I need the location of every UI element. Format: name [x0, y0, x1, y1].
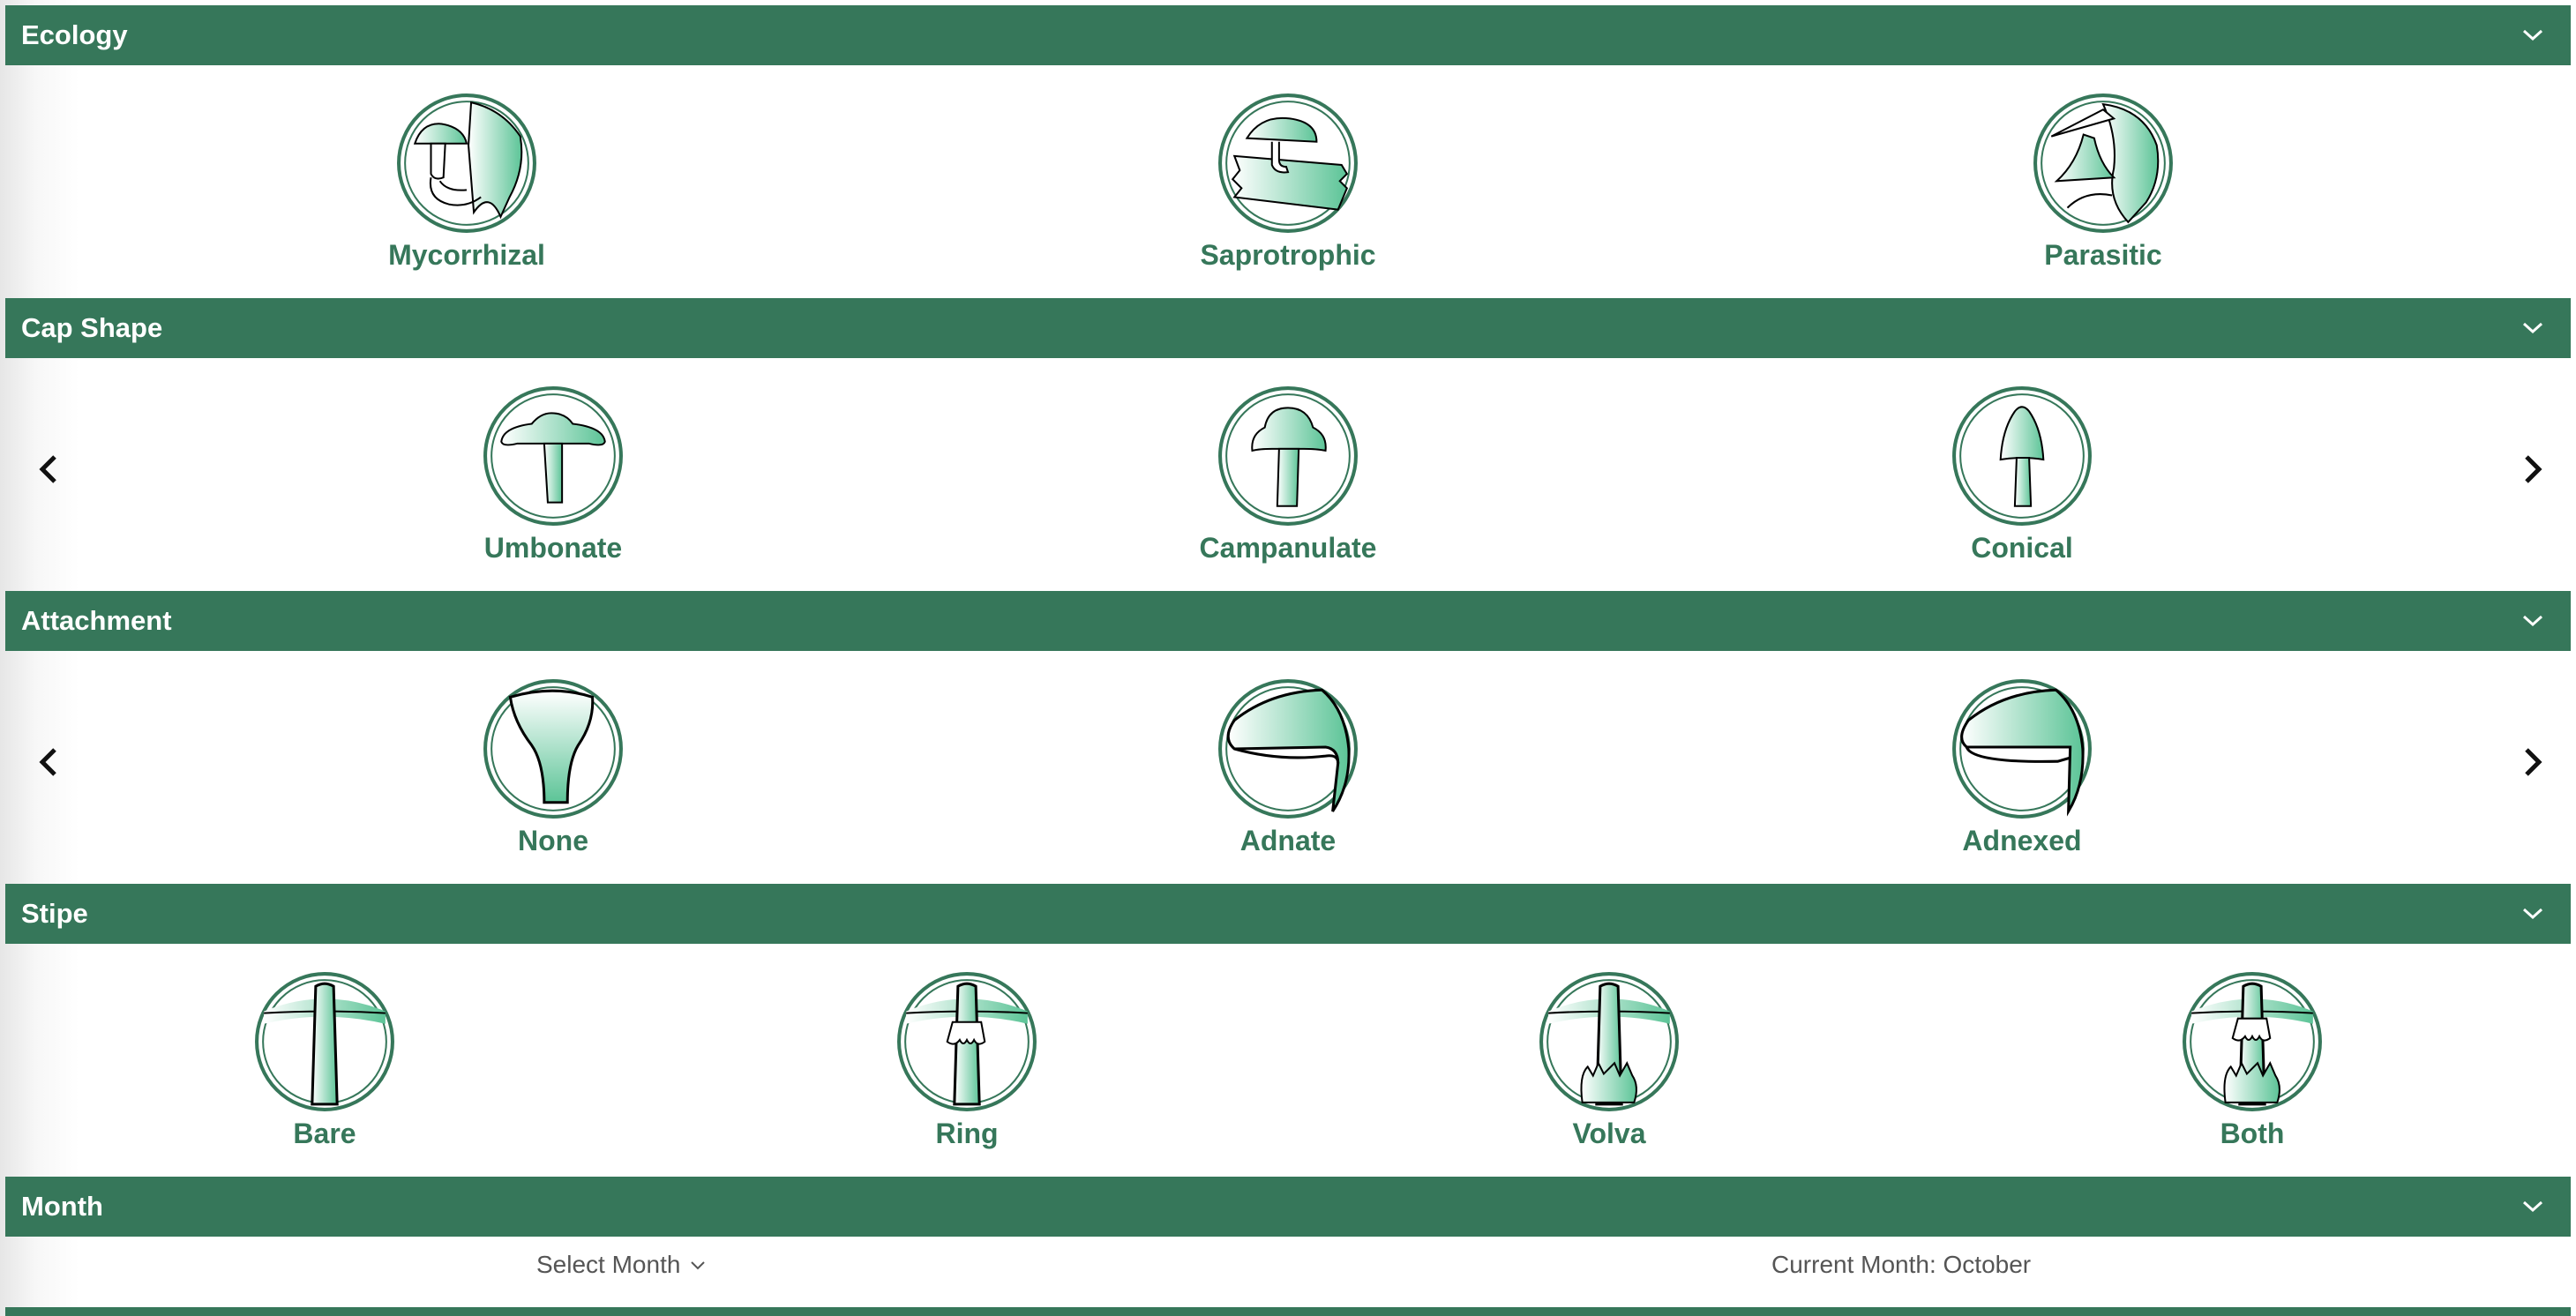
option-label: Conical: [1971, 532, 2073, 564]
section-header-month[interactable]: Month: [5, 1177, 2571, 1237]
option-volva[interactable]: Volva: [1503, 970, 1715, 1149]
option-label: Saprotrophic: [1200, 239, 1376, 271]
campanulate-icon: [1218, 386, 1358, 526]
select-month-dropdown[interactable]: Select Month: [536, 1251, 707, 1279]
option-label: Bare: [293, 1118, 356, 1149]
month-controls: Select Month Current Month: October: [0, 1235, 2576, 1297]
option-both[interactable]: Both: [2146, 970, 2358, 1149]
chevron-down-icon: [691, 1261, 706, 1270]
option-conical[interactable]: Conical: [1916, 385, 2128, 564]
select-month-label: Select Month: [536, 1251, 681, 1278]
section-title: Attachment: [21, 605, 172, 636]
section-title: Month: [21, 1191, 103, 1222]
option-campanulate[interactable]: Campanulate: [1182, 385, 1394, 564]
option-none[interactable]: None: [447, 677, 659, 856]
section-title: Stipe: [21, 898, 88, 929]
gill-adnate-icon: [1218, 679, 1358, 819]
option-adnexed[interactable]: Adnexed: [1916, 677, 2128, 856]
section-header-ecology[interactable]: Ecology: [5, 5, 2571, 65]
chevron-down-icon[interactable]: [2521, 318, 2544, 337]
section-title: Ecology: [21, 19, 128, 50]
next-section-header: [5, 1307, 2571, 1316]
gill-adnexed-icon: [1952, 679, 2092, 819]
option-label: Mycorrhizal: [388, 239, 545, 271]
stipe-volva-icon: [1539, 972, 1679, 1111]
stipe-both-icon: [2183, 972, 2322, 1111]
option-label: Umbonate: [483, 532, 623, 564]
section-body-cap-shape: Umbonate Campanulate Conical: [5, 358, 2571, 589]
chevron-left-icon[interactable]: [32, 743, 67, 781]
option-label: Adnate: [1239, 825, 1337, 856]
option-label: Campanulate: [1199, 532, 1377, 564]
gill-none-icon: [483, 679, 623, 819]
mycorrhizal-icon: [397, 93, 536, 233]
option-mycorrhizal[interactable]: Mycorrhizal: [361, 92, 573, 271]
option-saprotrophic[interactable]: Saprotrophic: [1182, 92, 1394, 271]
option-label: None: [518, 825, 588, 856]
chevron-right-icon[interactable]: [2514, 743, 2550, 781]
section-body-stipe: Bare Ring Volva Both: [5, 944, 2571, 1175]
saprotrophic-icon: [1218, 93, 1358, 233]
section-body-attachment: None Adnate Adnexed: [5, 651, 2571, 882]
section-header-attachment[interactable]: Attachment: [5, 591, 2571, 651]
option-umbonate[interactable]: Umbonate: [447, 385, 659, 564]
chevron-left-icon[interactable]: [32, 450, 67, 489]
section-title: Cap Shape: [21, 312, 163, 343]
section-body-ecology: Mycorrhizal Saprotrophic Parasitic: [5, 65, 2571, 296]
option-label: Volva: [1572, 1118, 1646, 1149]
conical-icon: [1952, 386, 2092, 526]
current-month-text: Current Month: October: [1771, 1251, 2032, 1278]
option-label: Adnexed: [1962, 825, 2082, 856]
stipe-bare-icon: [255, 972, 394, 1111]
chevron-down-icon[interactable]: [2521, 610, 2544, 630]
chevron-right-icon[interactable]: [2514, 450, 2550, 489]
option-label: Ring: [935, 1118, 999, 1149]
chevron-down-icon[interactable]: [2521, 1196, 2544, 1215]
option-ring[interactable]: Ring: [861, 970, 1073, 1149]
option-parasitic[interactable]: Parasitic: [1997, 92, 2209, 271]
section-header-cap-shape[interactable]: Cap Shape: [5, 298, 2571, 358]
option-label: Parasitic: [2044, 239, 2162, 271]
chevron-down-icon[interactable]: [2521, 25, 2544, 44]
stipe-ring-icon: [897, 972, 1037, 1111]
option-label: Both: [2220, 1118, 2285, 1149]
parasitic-icon: [2033, 93, 2173, 233]
section-header-stipe[interactable]: Stipe: [5, 884, 2571, 944]
chevron-down-icon[interactable]: [2521, 903, 2544, 923]
umbonate-icon: [483, 386, 623, 526]
option-adnate[interactable]: Adnate: [1182, 677, 1394, 856]
option-bare[interactable]: Bare: [219, 970, 431, 1149]
